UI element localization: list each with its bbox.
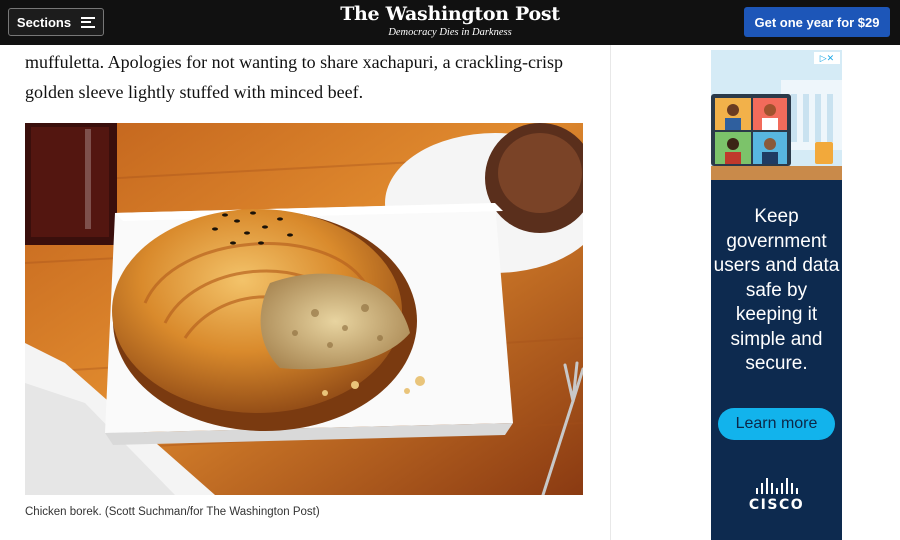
borek-photo-illustration: [25, 123, 583, 495]
article-paragraph: muffuletta. Apologies for not wanting to…: [25, 52, 564, 102]
ad-headline: Keep government users and data safe by k…: [713, 206, 840, 374]
subscribe-button[interactable]: Get one year for $29: [744, 7, 890, 37]
article-body: muffuletta. Apologies for not wanting to…: [25, 45, 610, 107]
photo-caption: Chicken borek. (Scott Suchman/for The Wa…: [25, 506, 320, 518]
cisco-wordmark: CISCO: [748, 497, 805, 513]
column-divider: [610, 45, 611, 540]
video-call-illustration: [711, 50, 842, 180]
cisco-logo[interactable]: CISCO: [711, 478, 842, 513]
article-photo[interactable]: [25, 123, 583, 495]
learn-more-button[interactable]: Learn more: [718, 408, 835, 440]
adchoices-icon[interactable]: ▷✕: [814, 52, 840, 64]
top-navigation-bar: Sections The Washington Post Democracy D…: [0, 0, 900, 45]
ad-illustration: ▷✕: [711, 50, 842, 180]
cisco-bars-icon: [711, 478, 842, 494]
sidebar-advertisement[interactable]: ▷✕ Keep government users and data safe b…: [711, 50, 842, 540]
